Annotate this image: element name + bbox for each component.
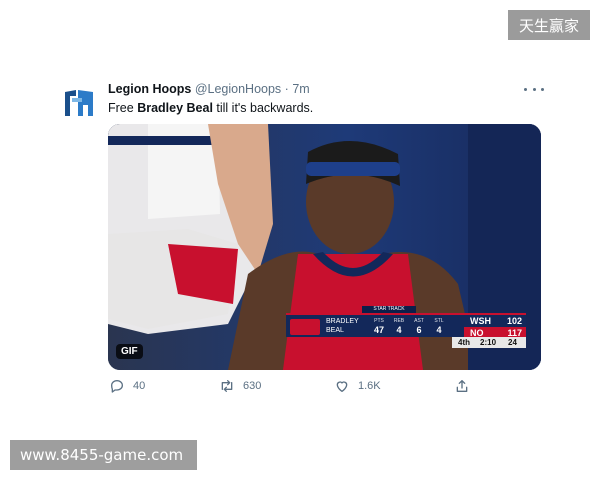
clock: 2:10 — [480, 338, 497, 347]
player-last-name: BEAL — [326, 327, 344, 334]
display-name[interactable]: Legion Hoops — [108, 82, 191, 96]
reply-button[interactable]: 40 — [109, 378, 145, 394]
separator-dot: · — [284, 82, 289, 96]
tweet-text: Free Bradley Beal till it's backwards. — [108, 101, 313, 115]
stat-pts: PTS 47 — [370, 317, 388, 336]
stat-ast: AST 6 — [410, 317, 428, 336]
tweet-media-gif[interactable]: STAR TRACK BRADLEY BEAL PTS 47 REB 4 AST… — [108, 124, 541, 370]
handle[interactable]: @LegionHoops — [195, 82, 281, 96]
like-count: 1.6K — [358, 380, 381, 392]
tweet-actions: 40 630 1.6K — [0, 378, 600, 398]
shot-clock: 24 — [508, 338, 517, 347]
retweet-button[interactable]: 630 — [219, 378, 261, 394]
stat-label: AST — [414, 318, 424, 324]
stat-label: STL — [434, 318, 444, 324]
timestamp[interactable]: 7m — [292, 82, 309, 96]
stat-value: 6 — [416, 325, 422, 335]
scorebug: STAR TRACK BRADLEY BEAL PTS 47 REB 4 AST… — [286, 306, 526, 352]
wizards-logo-icon — [290, 319, 320, 335]
reply-count: 40 — [133, 380, 146, 392]
avatar[interactable] — [62, 86, 96, 120]
stat-value: 47 — [373, 325, 384, 335]
scorebug-banner: STAR TRACK — [362, 306, 416, 313]
home-team-code: WSH — [470, 316, 491, 326]
watermark-bottom: www.8455-game.com — [10, 440, 197, 470]
share-icon — [456, 380, 468, 392]
stat-reb: REB 4 — [390, 317, 408, 336]
quarter: 4th — [458, 338, 470, 347]
stat-value: 4 — [396, 325, 402, 335]
tweet-text-suffix: till it's backwards. — [212, 101, 314, 115]
stat-value: 4 — [436, 325, 442, 335]
stat-stl: STL 4 — [430, 317, 448, 336]
gif-badge: GIF — [116, 344, 143, 359]
watermark-top: 天生赢家 — [508, 10, 590, 40]
scorebug-main: BRADLEY BEAL PTS 47 REB 4 AST 6 STL 4 WS… — [286, 313, 526, 339]
like-icon — [336, 381, 348, 392]
retweet-icon — [221, 380, 233, 392]
home-team-row: WSH 102 — [464, 315, 526, 327]
like-button[interactable]: 1.6K — [334, 378, 381, 394]
tweet-header: Legion Hoops @LegionHoops · 7m — [108, 82, 310, 96]
legion-hoops-logo-icon — [65, 90, 93, 116]
game-clock: 4th 2:10 24 — [452, 337, 526, 348]
stat-label: REB — [393, 318, 405, 324]
share-button[interactable] — [454, 378, 470, 394]
player-first-name: BRADLEY — [326, 318, 359, 325]
tweet-text-prefix: Free — [108, 101, 138, 115]
retweet-count: 630 — [243, 380, 262, 392]
scorebug-player: BRADLEY BEAL — [326, 317, 359, 335]
more-options-icon[interactable] — [524, 84, 544, 94]
tweet-text-mention: Bradley Beal — [137, 101, 213, 115]
home-team-score: 102 — [506, 316, 522, 326]
reply-icon — [111, 380, 123, 393]
stat-label: PTS — [374, 318, 384, 324]
